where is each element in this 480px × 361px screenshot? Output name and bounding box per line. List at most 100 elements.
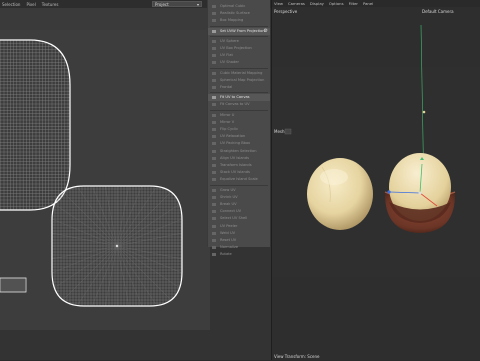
tool-menu-item[interactable]: Rotate — [208, 251, 270, 258]
tool-icon — [212, 195, 216, 199]
tool-menu-item[interactable]: Set UVW From Projection ⚙ — [208, 27, 270, 35]
tool-menu-item[interactable]: Optimal Cubic — [208, 3, 270, 10]
tool-menu-item[interactable]: UV Sphere — [208, 38, 270, 45]
tool-menu-label: UV Relaxation — [220, 134, 246, 139]
gear-icon[interactable]: ⚙ — [264, 28, 268, 35]
macadamia-nut-left[interactable] — [307, 158, 373, 230]
tool-menu-label: Mirror U — [220, 112, 235, 117]
project-dropdown[interactable]: Project ▾ — [152, 1, 202, 7]
tool-icon — [212, 171, 216, 175]
tool-icon — [212, 224, 216, 228]
tool-menu-item[interactable]: Spherical Map Projection — [208, 77, 270, 84]
tool-menu-item[interactable]: Weld UV — [208, 230, 270, 237]
uv-pole-line — [52, 186, 118, 247]
tool-icon — [212, 210, 216, 214]
mesh-label: Mesh — [274, 129, 285, 134]
uv-canvas[interactable] — [0, 30, 210, 330]
tool-menu-label: Align UV Islands — [220, 155, 249, 160]
tool-icon — [212, 86, 216, 89]
tool-menu-item[interactable]: Connect UV — [208, 208, 270, 215]
uv-editor-toolbar — [0, 8, 210, 30]
tool-menu-item[interactable]: UV Packing Bbox — [208, 140, 270, 147]
tool-menu-item[interactable]: Realistic Surface — [208, 10, 270, 17]
tool-menu-item[interactable]: Flip Cyclic — [208, 126, 270, 133]
tool-icon — [212, 253, 216, 257]
tool-menu-item[interactable]: Mirror U — [208, 112, 270, 119]
tool-menu-item[interactable]: Align UV Islands — [208, 155, 270, 162]
tool-menu-label: Set UVW From Projection — [220, 28, 265, 33]
tool-menu-item[interactable]: Box Mapping — [208, 17, 270, 24]
uv-pole-line — [116, 186, 182, 247]
viewport-menu-cameras[interactable]: Cameras — [288, 1, 305, 6]
tool-icon — [212, 120, 216, 124]
tool-menu-label: Reset UV — [220, 238, 237, 242]
tool-menu-item[interactable]: Stack UV Islands — [208, 169, 270, 176]
tool-menu-item[interactable]: Shrink UV — [208, 194, 270, 201]
tool-menu-item[interactable]: Frontal — [208, 84, 270, 91]
tool-menu-label: Fit Canvas to UV — [220, 102, 250, 107]
viewport-menu-view[interactable]: View — [274, 1, 283, 6]
tool-menu-item[interactable]: Transform Islands — [208, 162, 270, 169]
tool-icon — [212, 128, 216, 131]
viewport-menu-panel[interactable]: Panel — [363, 1, 373, 6]
uv-pole-point — [115, 244, 119, 248]
tool-menu-item[interactable]: UV Flat — [208, 52, 270, 59]
tool-menu-separator — [210, 67, 268, 69]
tool-menu-item[interactable]: UV Box Projection — [208, 45, 270, 52]
viewport-canvas[interactable]: Mesh Perspective Default Camera View Tra… — [272, 7, 480, 360]
tool-icon — [212, 78, 216, 82]
viewport-floor — [272, 67, 480, 277]
mesh-dropdown[interactable] — [284, 128, 292, 135]
tool-menu-item[interactable]: Straighten Selection — [208, 148, 270, 155]
tool-menu-label: Realistic Surface — [220, 11, 250, 16]
tool-menu-item[interactable]: Mirror V — [208, 119, 270, 126]
menu-selection[interactable]: Selection — [2, 2, 20, 7]
tool-menu-item[interactable]: Break UV — [208, 201, 270, 208]
camera-name[interactable]: Default Camera — [422, 9, 454, 14]
tool-menu-label: Weld UV — [220, 230, 236, 235]
tool-menu-label: Flip Cyclic — [220, 127, 239, 131]
tool-menu-item[interactable]: Grow UV — [208, 187, 270, 194]
menu-pixel[interactable]: Pixel — [26, 2, 35, 7]
tool-menu-item[interactable]: UV Shader — [208, 59, 270, 66]
viewport-scene: Mesh — [272, 24, 480, 277]
tool-menu-item[interactable]: UV Peeler — [208, 223, 270, 230]
tool-icon — [212, 231, 216, 235]
tool-menu-item[interactable]: Equalize Island Scale — [208, 176, 270, 183]
tool-menu-item[interactable]: Reset UV — [208, 237, 270, 244]
menu-textures[interactable]: Textures — [42, 2, 59, 7]
uv-canvas-drawing — [0, 39, 210, 330]
tool-menu-label: Grow UV — [220, 187, 236, 192]
tool-menu-label: Box Mapping — [220, 18, 244, 23]
tool-menu-label: Mirror V — [220, 119, 235, 124]
tool-menu-item[interactable]: Fit UV to Canvas — [208, 94, 270, 102]
uv-island-right[interactable] — [0, 126, 210, 330]
tool-menu-label: UV Box Projection — [220, 46, 252, 50]
tool-menu-label: Equalize Island Scale — [220, 177, 258, 182]
tool-menu-label: Rotate — [220, 252, 232, 257]
tool-icon — [212, 156, 216, 160]
tool-icon — [212, 217, 216, 221]
tool-menu-separator — [210, 109, 268, 111]
viewport-menu-options[interactable]: Options — [329, 1, 344, 6]
tool-menu-item[interactable]: Fit Canvas to UV — [208, 101, 270, 108]
tool-icon — [212, 54, 216, 58]
tool-menu-label: Frontal — [220, 85, 233, 89]
tool-menu-separator — [210, 25, 268, 27]
tool-icon — [212, 113, 216, 117]
tool-menu-item[interactable]: Select UV Shell — [208, 215, 270, 222]
tool-menu-label: UV Sphere — [220, 38, 239, 43]
tool-menu-label: UV Shader — [220, 60, 239, 65]
viewport-menu-filter[interactable]: Filter — [349, 1, 358, 6]
tool-menu-label: Optimal Cubic — [220, 4, 246, 8]
tool-menu-item[interactable]: Cubic Material Mapping — [208, 70, 270, 77]
3d-viewport[interactable]: View Cameras Display Options Filter Pane… — [271, 0, 480, 360]
tool-menu-item[interactable]: Normalize — [208, 244, 270, 251]
tool-icon — [212, 178, 216, 182]
tool-menu-label: Transform Islands — [220, 163, 252, 167]
viewport-menu-display[interactable]: Display — [310, 1, 324, 6]
tool-menu-label: Spherical Map Projection — [220, 77, 265, 82]
tool-icon — [212, 149, 216, 153]
tool-menu-item[interactable]: UV Relaxation — [208, 133, 270, 140]
uv-island-left[interactable] — [0, 40, 70, 210]
